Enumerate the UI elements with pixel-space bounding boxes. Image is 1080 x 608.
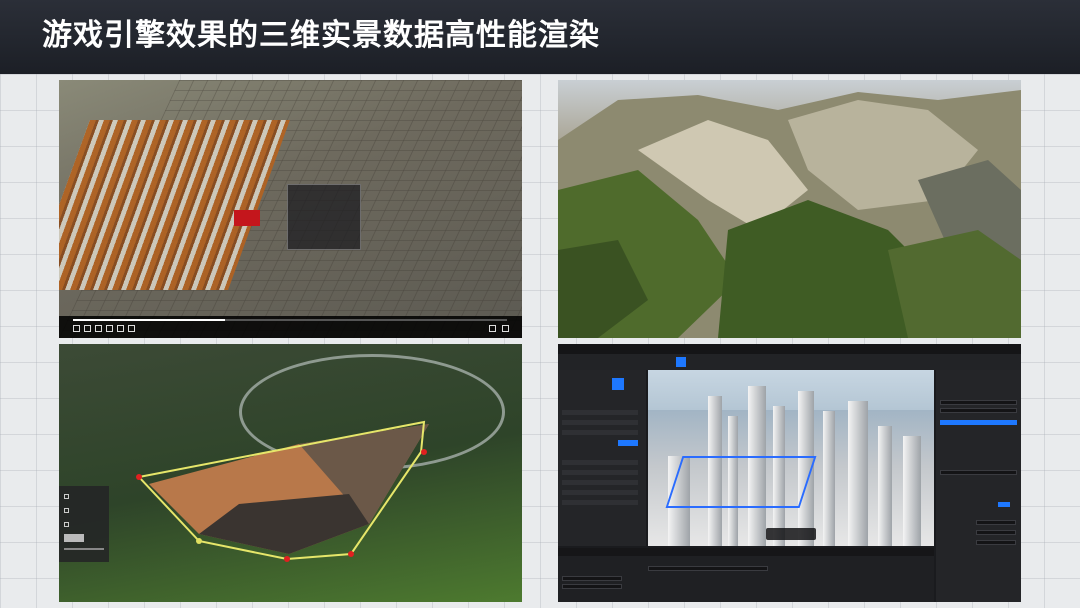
editor-toolbar xyxy=(558,354,1021,370)
video-progress-fill xyxy=(73,319,225,321)
vertex-marker xyxy=(196,538,202,544)
property-row xyxy=(562,430,638,435)
building xyxy=(903,436,921,546)
volume-icon[interactable] xyxy=(117,325,124,332)
editor-viewport[interactable] xyxy=(648,370,934,546)
editor-details-panel xyxy=(936,370,1021,602)
building xyxy=(878,426,892,546)
content-search-field[interactable] xyxy=(648,566,768,571)
layer-apply-button[interactable] xyxy=(64,534,84,542)
settings-icon[interactable] xyxy=(128,325,135,332)
mode-selected-icon[interactable] xyxy=(612,378,624,390)
city-palace-panel xyxy=(59,80,522,338)
property-row xyxy=(562,470,638,475)
layer-toggle[interactable] xyxy=(64,519,69,529)
property-row xyxy=(562,500,638,505)
property-row xyxy=(562,490,638,495)
forward-icon[interactable] xyxy=(106,325,113,332)
play-icon[interactable] xyxy=(73,325,80,332)
viewport-sky xyxy=(648,370,934,410)
content-browser-tabs xyxy=(558,548,934,556)
fullscreen-icon[interactable] xyxy=(502,325,509,332)
editor-left-panel xyxy=(558,370,646,546)
editor-menu-bar xyxy=(558,344,1021,354)
outliner-row[interactable] xyxy=(940,408,1017,413)
building xyxy=(848,401,868,546)
video-progress-track[interactable] xyxy=(73,319,507,321)
stop-icon[interactable] xyxy=(84,325,91,332)
vertex-marker xyxy=(348,551,354,557)
apply-button[interactable] xyxy=(618,440,638,446)
video-control-bar xyxy=(59,316,522,338)
transform-field[interactable] xyxy=(976,530,1016,535)
gizmo-toolbar[interactable] xyxy=(766,528,816,540)
property-row xyxy=(562,480,638,485)
opacity-slider[interactable] xyxy=(64,548,104,550)
terrain-illustration xyxy=(558,90,1021,338)
vertex-marker xyxy=(421,449,427,455)
folder-row[interactable] xyxy=(562,584,622,589)
highlighted-hall xyxy=(234,210,260,226)
outliner-row[interactable] xyxy=(940,400,1017,405)
selection-outline xyxy=(665,456,817,508)
info-popup xyxy=(287,184,361,250)
folder-row[interactable] xyxy=(562,576,622,581)
caption-icon[interactable] xyxy=(489,325,496,332)
outliner-row-selected[interactable] xyxy=(940,420,1017,425)
play-icon[interactable] xyxy=(676,357,686,367)
excavation-pit-panel xyxy=(59,344,522,602)
transform-field[interactable] xyxy=(976,520,1016,525)
property-row xyxy=(562,420,638,425)
details-tab-selected[interactable] xyxy=(998,502,1010,507)
rewind-icon[interactable] xyxy=(95,325,102,332)
property-row xyxy=(562,410,638,415)
transform-field[interactable] xyxy=(976,540,1016,545)
layer-control-panel xyxy=(59,486,109,562)
engine-editor-panel xyxy=(558,344,1021,602)
pit-overlay xyxy=(136,420,429,562)
mountain-terrain-panel xyxy=(558,80,1021,338)
content-browser xyxy=(558,548,934,602)
layer-toggle[interactable] xyxy=(64,505,69,515)
building xyxy=(823,411,835,546)
vertex-marker xyxy=(284,556,290,562)
page-title: 游戏引擎效果的三维实景数据高性能渲染 xyxy=(42,18,600,53)
property-row xyxy=(562,460,638,465)
layer-toggle[interactable] xyxy=(64,491,69,501)
title-bar: 游戏引擎效果的三维实景数据高性能渲染 xyxy=(0,0,1080,74)
details-field[interactable] xyxy=(940,470,1017,475)
vertex-marker xyxy=(136,474,142,480)
